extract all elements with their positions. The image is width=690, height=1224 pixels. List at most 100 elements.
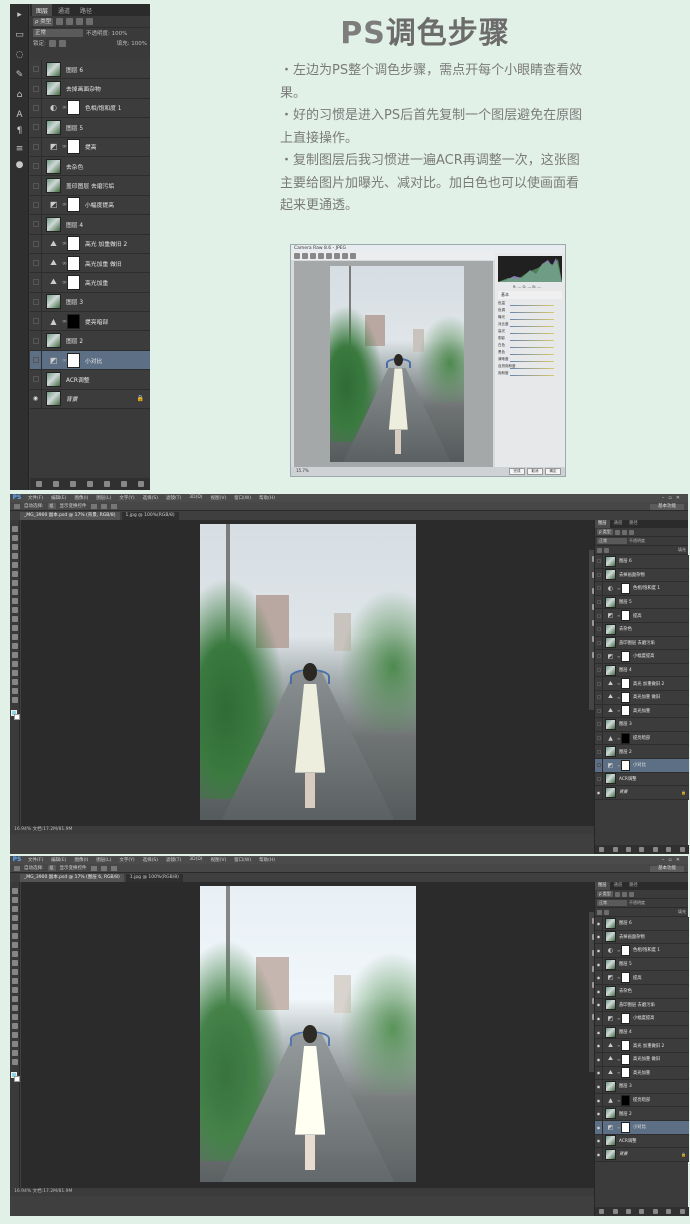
pen-tool-icon[interactable]: [12, 1014, 18, 1020]
visibility-box[interactable]: [596, 776, 601, 781]
layer-mask[interactable]: [621, 1012, 630, 1024]
layer-row[interactable]: ◩ ∞ 小对比: [30, 350, 150, 371]
layer-mask[interactable]: [621, 705, 630, 717]
tab-layers[interactable]: 图层: [595, 882, 610, 890]
layer-row[interactable]: ⛰ ∞ 高光加重: [30, 273, 150, 293]
menu-item[interactable]: 视图(V): [207, 495, 231, 501]
menu-item[interactable]: 图像(I): [70, 495, 92, 501]
spot-removal-icon[interactable]: [334, 253, 340, 259]
straighten-tool-icon[interactable]: [326, 253, 332, 259]
visibility-toggle[interactable]: [595, 609, 603, 622]
visibility-toggle[interactable]: [30, 273, 42, 292]
visibility-toggle[interactable]: [595, 568, 603, 582]
move-tool-icon[interactable]: [14, 503, 20, 509]
stamp-tool-icon[interactable]: [12, 598, 18, 604]
layer-row[interactable]: 图层 2: [30, 331, 150, 351]
layer-row[interactable]: ⛰ ∞ 高光加重: [595, 704, 689, 719]
fill-label[interactable]: 填充: [678, 547, 686, 553]
brush-tool-icon[interactable]: ✎: [14, 70, 25, 80]
layer-row[interactable]: ◩ ∞ 小对比: [595, 758, 689, 773]
menu-item[interactable]: 滤镜(T): [162, 857, 185, 863]
type-tool-icon[interactable]: [12, 1023, 18, 1029]
red-eye-icon[interactable]: [342, 253, 348, 259]
history-brush-icon[interactable]: [12, 969, 18, 975]
visibility-toggle[interactable]: [595, 595, 603, 609]
layer-row[interactable]: 图层 5: [595, 595, 689, 610]
move-tool-icon[interactable]: [12, 526, 18, 532]
eyedropper-icon[interactable]: [12, 571, 18, 577]
align-icon[interactable]: [90, 503, 97, 509]
heal-tool-icon[interactable]: [12, 942, 18, 948]
tab-paths[interactable]: 路径: [626, 882, 641, 890]
workspace-select[interactable]: 基本功能: [650, 866, 684, 872]
acr-slider[interactable]: 饱和度: [498, 371, 562, 376]
filter-pixel-icon[interactable]: [614, 891, 620, 897]
heal-tool-icon[interactable]: [12, 580, 18, 586]
auto-select-select[interactable]: 组: [47, 865, 56, 871]
new-adjustment-icon[interactable]: [639, 847, 645, 852]
doc-tab-active[interactable]: _MG_3900 副本.psd @ 17% (图层 6, RGB/8): [20, 874, 124, 882]
blend-mode-select[interactable]: 正常: [597, 900, 627, 906]
clone-tool-icon[interactable]: ⌂: [14, 90, 25, 100]
new-adjustment-icon[interactable]: [86, 481, 93, 487]
menu-item[interactable]: 选择(S): [139, 495, 162, 501]
visibility-box[interactable]: [32, 260, 39, 267]
workspace-select[interactable]: 基本功能: [650, 504, 684, 510]
visibility-box[interactable]: [32, 240, 39, 247]
visibility-box[interactable]: [596, 640, 601, 645]
layer-row[interactable]: 去杂色: [595, 622, 689, 637]
acr-zoom[interactable]: 15.7%: [296, 468, 309, 473]
layer-mask[interactable]: [67, 255, 80, 271]
blur-icon[interactable]: [12, 996, 18, 1002]
menu-item[interactable]: 窗口(W): [230, 857, 255, 863]
add-mask-icon[interactable]: [626, 847, 632, 852]
menu-item[interactable]: 编辑(E): [47, 857, 70, 863]
visibility-toggle[interactable]: [595, 650, 603, 663]
add-mask-icon[interactable]: [69, 481, 76, 487]
path-select-icon[interactable]: [12, 1032, 18, 1038]
visibility-toggle[interactable]: [30, 292, 42, 312]
visibility-toggle[interactable]: ◉: [595, 917, 603, 930]
dodge-icon[interactable]: [12, 1005, 18, 1011]
layer-mask[interactable]: [67, 100, 80, 116]
visibility-toggle[interactable]: ◉: [595, 1052, 603, 1066]
fx-icon[interactable]: [52, 481, 59, 487]
marquee-tool-icon[interactable]: [12, 897, 18, 903]
layer-row[interactable]: 去掉画面杂物: [30, 79, 150, 99]
lock-pixels-icon[interactable]: [597, 909, 602, 915]
layer-row[interactable]: 图层 2: [595, 745, 689, 759]
menu-item[interactable]: 3D(D): [185, 857, 206, 863]
layer-row[interactable]: ◉ ⛰ ∞ 高光 加重做旧 2: [595, 1039, 689, 1053]
layer-mask[interactable]: [621, 759, 630, 771]
lock-pixels-icon[interactable]: [597, 547, 602, 553]
move-tool-icon[interactable]: [14, 865, 20, 871]
visibility-box[interactable]: [32, 337, 39, 344]
layer-row[interactable]: 图层 4: [595, 663, 689, 678]
fx-icon[interactable]: [612, 1209, 618, 1214]
visibility-toggle[interactable]: ◉: [595, 1012, 603, 1025]
visibility-toggle[interactable]: ◉: [595, 930, 603, 944]
lock-position-icon[interactable]: [604, 909, 609, 915]
filter-adjust-icon[interactable]: [621, 891, 627, 897]
layer-mask[interactable]: [621, 610, 630, 622]
visibility-toggle[interactable]: ◉: [595, 1080, 603, 1093]
menu-item[interactable]: 帮助(H): [255, 857, 279, 863]
tab-paths[interactable]: 路径: [626, 520, 641, 528]
history-brush-icon[interactable]: [12, 607, 18, 613]
layer-row[interactable]: ◉ 去杂色: [595, 984, 689, 999]
layer-mask[interactable]: [621, 1040, 630, 1052]
basic-panel-title[interactable]: 基本: [498, 291, 562, 299]
visibility-toggle[interactable]: [30, 60, 42, 79]
acr-slider[interactable]: 自然饱和度: [498, 364, 562, 369]
visibility-box[interactable]: [596, 627, 601, 632]
align-icon[interactable]: [100, 865, 107, 871]
layer-row[interactable]: ◐ ∞ 色相/饱和度 1: [30, 98, 150, 119]
visibility-toggle[interactable]: [595, 677, 603, 690]
visibility-toggle[interactable]: ◉: [595, 786, 603, 799]
layer-row[interactable]: ◉ 图层 2: [595, 1107, 689, 1121]
layer-row[interactable]: ▲ ∞ 提亮暗部: [595, 731, 689, 746]
acr-slider[interactable]: 曝光: [498, 315, 562, 320]
zoom-tool-icon[interactable]: [12, 697, 18, 703]
background-color[interactable]: [14, 714, 20, 720]
layer-row[interactable]: 图层 3: [30, 292, 150, 313]
